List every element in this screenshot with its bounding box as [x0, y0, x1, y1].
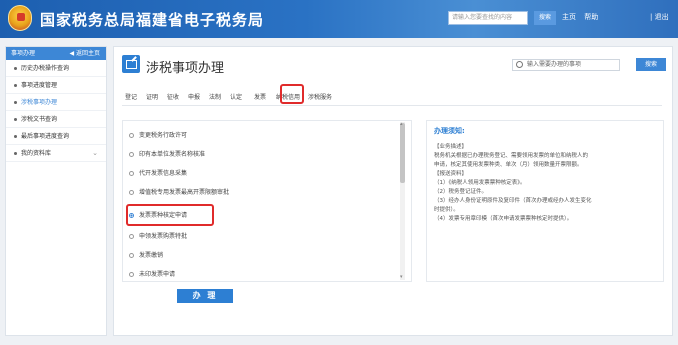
guide-line: 【报送资料】 [434, 171, 468, 177]
header-link-help[interactable]: 帮助 [584, 13, 598, 21]
sidebar-item-label: 最后事项进度查询 [21, 133, 70, 140]
site-title: 国家税务总局福建省电子税务局 [40, 11, 265, 29]
tabs-divider [122, 105, 662, 106]
radio-icon[interactable] [129, 152, 134, 157]
guide-line: 税务机关根据已办理税务登记、需要领用发票的单位和纳税人的 [434, 153, 589, 159]
search-icon [516, 61, 523, 68]
sidebar-item-tax-matters[interactable]: 涉税事项办理 [6, 94, 106, 111]
page-title: 涉税事项办理 [146, 61, 225, 76]
guide-line: 【业务描述】 [434, 144, 468, 150]
guide-line: 申请，核定其使用发票种类、单次（月）领用数量开票限额。 [434, 162, 583, 168]
guide-line: （2）税务登记证件。 [434, 189, 487, 195]
sidebar-item-label: 我的资料库 [21, 150, 52, 157]
radio-icon[interactable] [129, 272, 134, 277]
list-item[interactable]: 变更税务行政许可 [129, 130, 187, 139]
sidebar-item-label: 历史办税操作查询 [21, 65, 70, 72]
sidebar-item-label: 涉税事项办理 [21, 99, 58, 106]
matter-list: 变更税务行政许可 印有本单位发票名称核准 代开发票信息采集 增值税专用发票最高开… [122, 120, 412, 282]
bullet-icon [14, 101, 17, 104]
tab-certificate[interactable]: 证明 [146, 92, 158, 101]
tab-collection[interactable]: 征收 [167, 92, 179, 101]
tab-registration[interactable]: 登记 [125, 92, 137, 101]
list-item[interactable]: 印有本单位发票名称核准 [129, 149, 205, 158]
main-panel: 涉税事项办理 输入需要办理的事项 搜索 登记 证明 征收 申报 法制 认定 发票… [113, 46, 673, 336]
list-item[interactable]: 增值税专用发票最高开票限额审批 [129, 187, 229, 196]
list-item[interactable]: 发票缴销 [129, 250, 163, 259]
header-links: 主页 帮助 [562, 12, 604, 22]
tab-tax-service[interactable]: 涉税服务 [308, 92, 332, 101]
back-home-link[interactable]: ◀ 返回主页 [69, 47, 100, 60]
sidebar-item-label: 涉税文书查询 [21, 116, 58, 123]
chevron-down-icon: ⌄ [92, 149, 98, 157]
edit-icon [122, 55, 140, 73]
header-link-home[interactable]: 主页 [562, 13, 576, 21]
sidebar-item-my-library[interactable]: 我的资料库 ⌄ [6, 145, 106, 162]
sidebar: 事项办理 ◀ 返回主页 历史办税操作查询 事项进度管理 涉税事项办理 涉税文书查… [5, 46, 107, 336]
bullet-icon [14, 67, 17, 70]
list-item[interactable]: 代开发票信息采集 [129, 168, 187, 177]
scroll-down-icon[interactable]: ▾ [400, 274, 403, 280]
bullet-icon [14, 118, 17, 121]
scroll-up-icon[interactable]: ▴ [400, 121, 403, 127]
bullet-icon [14, 84, 17, 87]
tab-declaration[interactable]: 申报 [188, 92, 200, 101]
tax-emblem-icon [8, 5, 32, 31]
guide-panel: 办理须知: 【业务描述】 税务机关根据已办理税务登记、需要领用发票的单位和纳税人… [426, 120, 664, 282]
sidebar-item-documents[interactable]: 涉税文书查询 [6, 111, 106, 128]
guide-title: 办理须知: [434, 127, 465, 135]
sidebar-item-label: 事项进度管理 [21, 82, 58, 89]
bullet-icon [14, 135, 17, 138]
tab-invoice[interactable]: 发票 [254, 92, 266, 101]
radio-icon[interactable] [129, 171, 134, 176]
matter-search-input[interactable]: 输入需要办理的事项 [512, 59, 620, 71]
search-placeholder: 输入需要办理的事项 [527, 61, 582, 68]
sidebar-head-label: 事项办理 [11, 50, 36, 57]
logout-link[interactable]: | 退出 [650, 12, 669, 22]
radio-icon[interactable] [129, 133, 134, 138]
sidebar-header: 事项办理 ◀ 返回主页 [6, 47, 106, 60]
sidebar-item-history[interactable]: 历史办税操作查询 [6, 60, 106, 77]
sidebar-item-progress[interactable]: 事项进度管理 [6, 77, 106, 94]
matter-search-button[interactable]: 搜索 [636, 58, 666, 71]
radio-icon[interactable] [129, 190, 134, 195]
header-search-input[interactable]: 请输入您要查找的内容 [448, 11, 528, 25]
header-search-button[interactable]: 搜索 [534, 11, 556, 25]
active-tab-highlight [280, 84, 304, 104]
guide-line: （4）发票专用章印模（首次申请发票票种核定时提供）。 [434, 216, 573, 222]
radio-icon[interactable] [129, 234, 134, 239]
radio-icon[interactable] [129, 253, 134, 258]
tab-determination[interactable]: 认定 [230, 92, 242, 101]
list-scrollbar-thumb[interactable] [400, 123, 405, 183]
list-item[interactable]: 申领发票购票特批 [129, 231, 187, 240]
top-header: 国家税务总局福建省电子税务局 请输入您要查找的内容 搜索 主页 帮助 | 退出 [0, 0, 678, 38]
guide-line: （3）经办人身份证明原件及复印件（首次办理或经办人发生变化 [434, 198, 592, 204]
bullet-icon [14, 152, 17, 155]
list-item[interactable]: 未印发票申请 [129, 269, 175, 278]
guide-line: （1）《纳税人领用发票票种核定表》。 [434, 180, 526, 186]
selected-item-highlight [126, 204, 214, 226]
guide-line: 时提供）。 [434, 207, 459, 213]
handle-button[interactable]: 办 理 [177, 289, 233, 303]
tab-legal[interactable]: 法制 [209, 92, 221, 101]
sidebar-item-last-progress[interactable]: 最后事项进度查询 [6, 128, 106, 145]
